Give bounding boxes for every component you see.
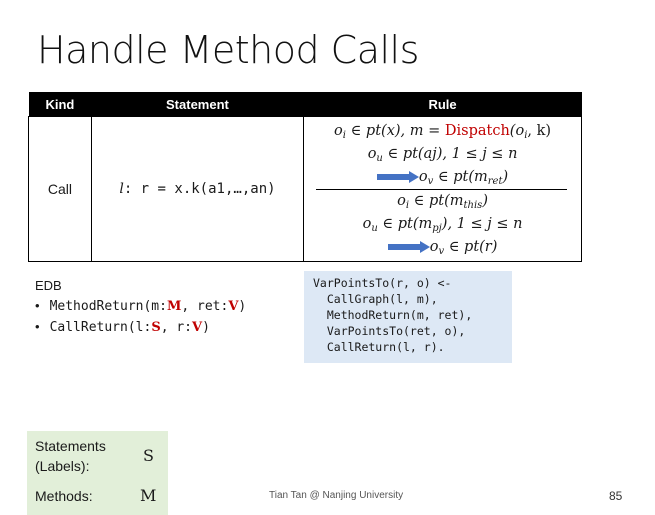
- table-row: Call l: r = x.k(a1,…,an) oi ∈ pt(x), m =…: [28, 116, 582, 262]
- list-item: • CallReturn(l:S, r:V): [35, 319, 210, 335]
- statements-symbol: S: [143, 446, 154, 465]
- header-rule: Rule: [303, 92, 582, 117]
- rule-conclusion-3: ov ∈ pt(r): [304, 236, 581, 259]
- kind-cell: Call: [28, 116, 92, 262]
- rule-conclusion-2: ou ∈ pt(mpj), 1 ≤ j ≤ n: [362, 215, 523, 234]
- dispatch-function: Dispatch: [444, 122, 510, 139]
- rule-premise-3: ov ∈ pt(mret): [304, 166, 581, 189]
- datalog-code-block: VarPointsTo(r, o) <- CallGraph(l, m), Me…: [304, 271, 512, 363]
- rule-premise-1: oi ∈ pt(x), m = Dispatch(oi, k): [334, 122, 552, 141]
- rule-table: Kind Statement Rule Call l: r = x.k(a1,……: [28, 92, 582, 262]
- rule-cell: oi ∈ pt(x), m = Dispatch(oi, k) ou ∈ pt(…: [303, 116, 582, 262]
- list-item: • MethodReturn(m:M, ret:V): [35, 298, 247, 314]
- edb-section: EDB • MethodReturn(m:M, ret:V) • CallRetur…: [35, 278, 246, 338]
- rule-conclusion-1: oi ∈ pt(mthis): [397, 192, 488, 211]
- code-line: CallReturn(l, r).: [313, 340, 445, 354]
- page-number: 85: [609, 489, 623, 503]
- statement-text: : r = x.k(a1,…,an): [123, 181, 276, 197]
- footer-credit: Tian Tan @ Nanjing University: [269, 490, 404, 501]
- statement-cell: l: r = x.k(a1,…,an): [90, 116, 305, 262]
- edb-title: EDB: [35, 278, 62, 293]
- methods-label: Methods:: [35, 488, 93, 504]
- slide-title: Handle Method Calls: [37, 28, 419, 72]
- header-statement: Statement: [91, 92, 304, 117]
- arrow-right-icon: [387, 240, 430, 253]
- statements-label-2: (Labels):: [35, 458, 90, 474]
- code-line: VarPointsTo(r, o) <-: [313, 276, 452, 290]
- statements-label: Statements: [35, 438, 106, 454]
- header-kind: Kind: [28, 92, 92, 117]
- code-line: MethodReturn(m, ret),: [313, 308, 473, 322]
- code-line: CallGraph(l, m),: [313, 292, 438, 306]
- table-header-row: Kind Statement Rule: [28, 92, 582, 117]
- methods-symbol: M: [140, 486, 157, 505]
- rule-premise-2: ou ∈ pt(aj), 1 ≤ j ≤ n: [367, 145, 518, 164]
- code-line: VarPointsTo(ret, o),: [313, 324, 466, 338]
- arrow-right-icon: [376, 170, 419, 183]
- domain-legend: Statements (Labels): S Methods: M: [27, 431, 168, 515]
